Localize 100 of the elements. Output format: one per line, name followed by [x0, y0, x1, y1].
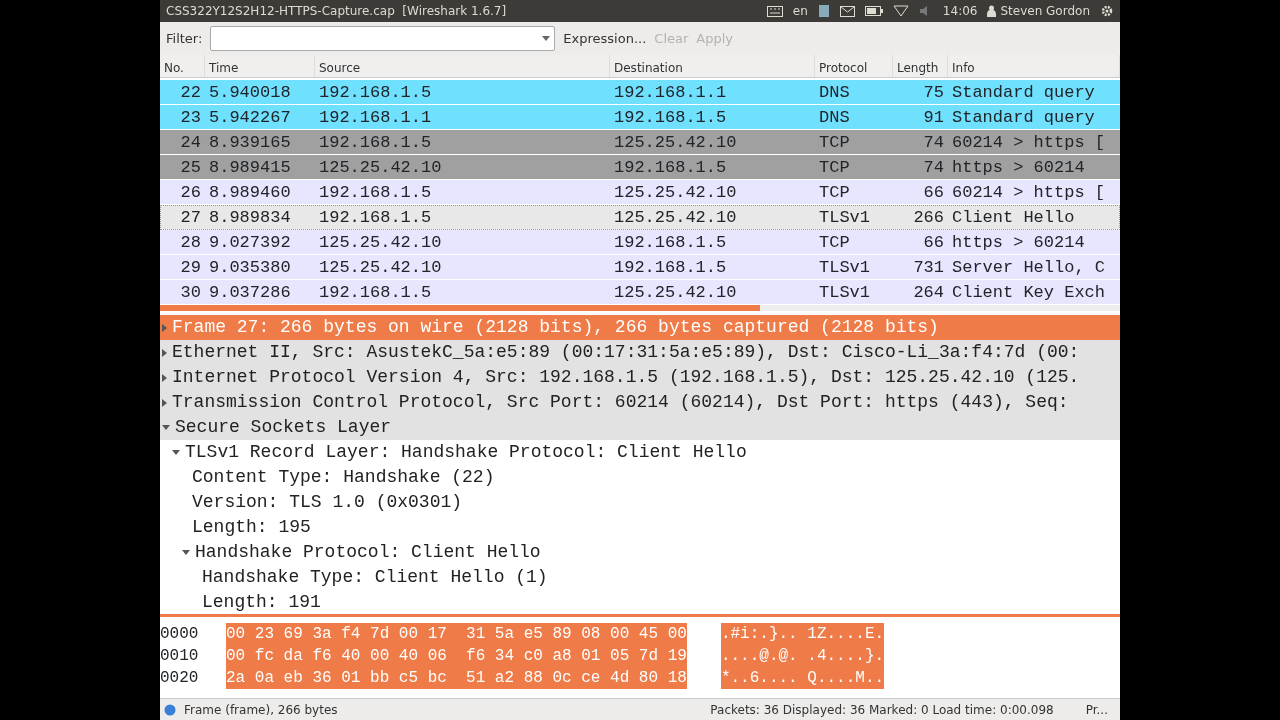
table-cell-text: 28 — [179, 232, 202, 254]
table-cell-text: 29 — [179, 257, 202, 279]
table-cell-text: DNS — [818, 82, 851, 104]
table-cell-text: 192.168.1.5 — [613, 257, 728, 279]
network-icon[interactable] — [892, 5, 909, 17]
packet-row[interactable]: 25 8.989415 125.25.42.10 192.168.1.5 TCP 74 https > 60214 — [160, 155, 1120, 180]
mail-icon[interactable] — [839, 5, 855, 17]
hex-bytes: 00 fc da f6 40 00 40 06 f6 34 c0 a8 01 05 7d 19 — [226, 645, 687, 667]
tree-item[interactable]: Version: TLS 1.0 (0x0301) — [192, 490, 463, 515]
table-cell-text: 192.168.1.5 — [318, 282, 433, 304]
keyboard-layout[interactable]: en — [792, 2, 808, 20]
column-header[interactable]: Length — [893, 55, 948, 77]
status-packet-counts: Packets: 36 Displayed: 36 Marked: 0 Load time: 0:00.098 — [710, 701, 1054, 719]
collapsed-arrow-icon[interactable] — [162, 348, 167, 357]
table-cell-text: TLSv1 — [818, 282, 871, 304]
table-cell-text: 8.939165 — [208, 132, 292, 154]
packet-row[interactable]: 28 9.027392 125.25.42.10 192.168.1.5 TCP 66 https > 60214 — [160, 230, 1120, 255]
table-cell-text: 125.25.42.10 — [613, 207, 738, 229]
packet-row[interactable]: 22 5.940018 192.168.1.5 192.168.1.1 DNS 75 Standard query — [160, 80, 1120, 105]
column-header[interactable]: No. — [160, 55, 205, 77]
table-cell-text: https > 60214 — [951, 157, 1086, 179]
column-header[interactable]: Time — [205, 55, 315, 77]
table-cell-text: 192.168.1.1 — [613, 82, 728, 104]
packet-row[interactable]: 29 9.035380 125.25.42.10 192.168.1.5 TLSv1 731 Server Hello, C — [160, 255, 1120, 280]
table-cell-text: 60214 > https [ — [951, 182, 1107, 204]
byte-offset: 0010 — [160, 646, 200, 667]
byte-offset: 0000 — [160, 624, 200, 645]
table-cell-text: 5.940018 — [208, 82, 292, 104]
tree-item[interactable]: Length: 191 — [202, 590, 321, 615]
user-name[interactable]: Steven Gordon — [1000, 2, 1090, 20]
tree-item[interactable]: Length: 195 — [192, 515, 311, 540]
status-profile[interactable]: Pr... — [1085, 700, 1108, 719]
table-cell-text: 192.168.1.5 — [318, 182, 433, 204]
table-cell-text: 192.168.1.5 — [318, 132, 433, 154]
battery-icon[interactable] — [864, 6, 883, 16]
column-header[interactable]: Info — [948, 55, 1120, 77]
table-cell-text: 125.25.42.10 — [318, 257, 443, 279]
table-cell-text: 192.168.1.5 — [613, 107, 728, 129]
expanded-arrow-icon[interactable] — [182, 550, 190, 555]
table-cell-text: TLSv1 — [818, 257, 871, 279]
column-header[interactable]: Destination — [610, 55, 815, 77]
settings-icon[interactable] — [1100, 4, 1114, 18]
table-cell-text: 30 — [179, 282, 202, 304]
table-cell-text: 75 — [922, 82, 945, 104]
packet-row[interactable]: 24 8.939165 192.168.1.5 125.25.42.10 TCP 74 60214 > https [ — [160, 130, 1120, 155]
column-header[interactable]: Protocol — [815, 55, 893, 77]
keyboard-icon[interactable] — [766, 5, 783, 17]
collapsed-arrow-icon[interactable] — [162, 373, 167, 382]
tree-item[interactable]: TLSv1 Record Layer: Handshake Protocol: Client Hello — [185, 440, 747, 465]
table-cell-text: 192.168.1.1 — [318, 107, 433, 129]
packet-row[interactable]: 23 5.942267 192.168.1.1 192.168.1.5 DNS 91 Standard query — [160, 105, 1120, 130]
filter-field[interactable] — [210, 26, 556, 51]
table-cell-text: Server Hello, C — [951, 257, 1107, 279]
ascii-bytes: *..6.... Q....M.. — [720, 667, 885, 689]
table-cell-text: 27 — [179, 207, 202, 229]
expanded-arrow-icon[interactable] — [162, 425, 170, 430]
table-cell-text: 24 — [179, 132, 202, 154]
dropdown-caret-icon[interactable] — [542, 36, 551, 41]
tree-item[interactable]: Content Type: Handshake (22) — [192, 465, 495, 490]
table-cell-text: 74 — [922, 157, 945, 179]
table-cell-text: 91 — [922, 107, 945, 129]
packet-row[interactable]: 30 9.037286 192.168.1.5 125.25.42.10 TLSv1 264 Client Key Exch — [160, 280, 1120, 305]
collapsed-arrow-icon[interactable] — [162, 323, 167, 332]
collapsed-arrow-icon[interactable] — [162, 398, 167, 407]
byte-offset: 0020 — [160, 668, 200, 689]
table-cell-text: 264 — [912, 282, 945, 304]
table-cell-text: 8.989460 — [208, 182, 292, 204]
table-cell-text: 9.027392 — [208, 232, 292, 254]
table-cell-text: 266 — [912, 207, 945, 229]
scrollbar-thumb[interactable] — [160, 305, 760, 311]
column-header[interactable]: Source — [315, 55, 610, 77]
table-cell-text: 192.168.1.5 — [613, 232, 728, 254]
table-cell-text: 125.25.42.10 — [613, 132, 738, 154]
packet-row[interactable]: 27 8.989834 192.168.1.5 125.25.42.10 TLSv1 266 Client Hello — [160, 205, 1120, 230]
table-cell-text: DNS — [818, 107, 851, 129]
table-cell-text: TLSv1 — [818, 207, 871, 229]
expression-button[interactable]: Expression... — [563, 28, 647, 49]
hex-bytes: 00 23 69 3a f4 7d 00 17 31 5a e5 89 08 00 45 00 — [226, 623, 687, 645]
table-cell-text: 125.25.42.10 — [613, 282, 738, 304]
window-title: CSS322Y12S2H12-HTTPS-Capture.cap [Wireshark 1.6.7] — [166, 3, 508, 20]
table-cell-text: 22 — [179, 82, 202, 104]
packet-row[interactable]: 26 8.989460 192.168.1.5 125.25.42.10 TCP 66 60214 > https [ — [160, 180, 1120, 205]
document-icon[interactable] — [817, 4, 830, 18]
ascii-bytes: .#i:.}.. 1Z....E. — [720, 623, 885, 645]
table-cell-text: 192.168.1.5 — [613, 157, 728, 179]
table-cell-text: 5.942267 — [208, 107, 292, 129]
table-cell-text: 26 — [179, 182, 202, 204]
expanded-arrow-icon[interactable] — [172, 450, 180, 455]
table-cell-text: 125.25.42.10 — [318, 232, 443, 254]
table-cell-text: TCP — [818, 132, 851, 154]
tree-item[interactable]: Handshake Type: Client Hello (1) — [202, 565, 548, 590]
table-cell-text: 66 — [922, 232, 945, 254]
table-cell-text: 9.035380 — [208, 257, 292, 279]
table-cell-text: 731 — [912, 257, 945, 279]
table-cell-text: Client Hello — [951, 207, 1076, 229]
hex-bytes: 2a 0a eb 36 01 bb c5 bc 51 a2 88 0c ce 4d 80 18 — [226, 667, 687, 689]
tree-item[interactable]: Handshake Protocol: Client Hello — [195, 540, 541, 565]
clock[interactable]: 14:06 — [942, 2, 978, 20]
status-dot-icon — [164, 703, 176, 716]
table-cell-text: 9.037286 — [208, 282, 292, 304]
